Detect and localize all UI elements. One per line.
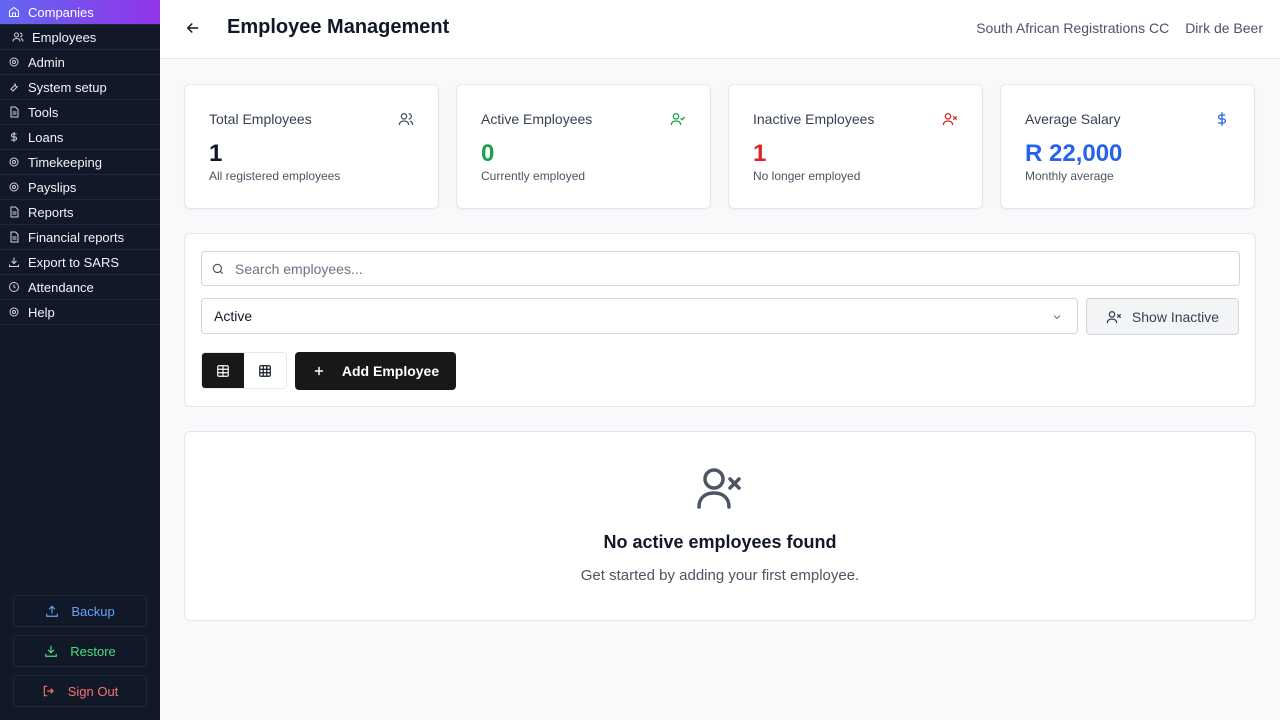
table-icon: [217, 364, 229, 377]
sidebar-item-label: Timekeeping: [28, 154, 102, 170]
sidebar-item-loans[interactable]: Loans: [0, 125, 160, 150]
download-icon: [8, 256, 20, 268]
sidebar-item-label: Help: [28, 304, 55, 320]
sidebar-item-label: Employees: [32, 29, 97, 45]
add-employee-button[interactable]: Add Employee: [295, 352, 456, 390]
status-select[interactable]: Active: [201, 298, 1078, 334]
sidebar-item-label: Financial reports: [28, 229, 125, 245]
gear-icon: [8, 181, 20, 193]
backup-label: Backup: [71, 603, 115, 619]
sidebar-item-system-setup[interactable]: System setup: [0, 75, 160, 100]
restore-button[interactable]: Restore: [13, 635, 147, 667]
back-arrow-icon[interactable]: [184, 19, 202, 37]
user-x-icon: [1106, 310, 1122, 323]
sidebar-item-label: System setup: [28, 79, 107, 95]
sidebar-item-label: Admin: [28, 54, 65, 70]
wrench-icon: [8, 81, 20, 93]
sidebar-item-label: Loans: [28, 129, 64, 145]
search-icon: [212, 263, 224, 274]
gear-icon: [8, 306, 20, 318]
stat-value: 1: [753, 140, 767, 167]
stat-label: Average Salary: [1025, 111, 1121, 127]
restore-label: Restore: [70, 643, 116, 659]
sidebar-item-financial-reports[interactable]: Financial reports: [0, 225, 160, 250]
stat-label: Inactive Employees: [753, 111, 875, 127]
sidebar-item-timekeeping[interactable]: Timekeeping: [0, 150, 160, 175]
stat-label: Active Employees: [481, 111, 593, 127]
gear-icon: [8, 56, 20, 68]
page-header: Employee Management South African Regist…: [160, 0, 1280, 59]
sidebar-item-label: Tools: [28, 104, 59, 120]
download-icon: [45, 645, 58, 657]
sign-out-label: Sign Out: [67, 683, 119, 699]
stat-card-inactive-employees: Inactive Employees 1 No longer employed: [728, 84, 983, 209]
sidebar-item-label: Companies: [28, 4, 94, 20]
status-selected-value: Active: [214, 308, 253, 324]
search-input[interactable]: Search employees...: [201, 251, 1240, 286]
sidebar-item-reports[interactable]: Reports: [0, 200, 160, 225]
user-name[interactable]: Dirk de Beer: [1185, 20, 1263, 36]
grid-icon: [259, 364, 271, 377]
empty-state-description: Get started by adding your first employe…: [580, 567, 860, 584]
stat-card-active-employees: Active Employees 0 Currently employed: [456, 84, 711, 209]
sidebar-item-companies[interactable]: Companies: [0, 0, 160, 25]
sidebar-nav: Companies Employees Admin System setup T…: [0, 0, 160, 325]
file-icon: [8, 106, 20, 118]
stat-value: R 22,000: [1025, 140, 1123, 167]
page-title: Employee Management: [227, 16, 450, 38]
header-right: South African Registrations CC Dirk de B…: [976, 20, 1263, 36]
sidebar-item-attendance[interactable]: Attendance: [0, 275, 160, 300]
sign-out-icon: [43, 685, 54, 697]
home-icon: [8, 6, 20, 18]
dollar-icon: [1214, 111, 1230, 127]
company-name: South African Registrations CC: [976, 20, 1170, 36]
sidebar-item-payslips[interactable]: Payslips: [0, 175, 160, 200]
sidebar-item-label: Export to SARS: [28, 254, 120, 270]
stat-card-average-salary: Average Salary R 22,000 Monthly average: [1000, 84, 1255, 209]
show-inactive-button[interactable]: Show Inactive: [1086, 298, 1239, 335]
sidebar-item-export-to-sars[interactable]: Export to SARS: [0, 250, 160, 275]
table-view-button[interactable]: [202, 353, 244, 388]
sidebar: Companies Employees Admin System setup T…: [0, 0, 160, 720]
sidebar-item-label: Payslips: [28, 179, 77, 195]
stat-value: 1: [209, 140, 223, 167]
user-check-icon: [670, 111, 686, 127]
users-icon: [12, 31, 24, 43]
grid-view-button[interactable]: [244, 353, 286, 388]
gear-icon: [8, 156, 20, 168]
view-toggle: [201, 352, 287, 389]
stat-value: 0: [481, 140, 495, 167]
stat-subtext: Currently employed: [481, 169, 586, 183]
add-employee-label: Add Employee: [341, 363, 440, 379]
stat-subtext: No longer employed: [753, 169, 861, 183]
sidebar-item-label: Attendance: [28, 279, 94, 295]
sidebar-item-admin[interactable]: Admin: [0, 50, 160, 75]
empty-state: No active employees found Get started by…: [184, 431, 1256, 621]
stat-card-total-employees: Total Employees 1 All registered employe…: [184, 84, 439, 209]
sign-out-button[interactable]: Sign Out: [13, 675, 147, 707]
stat-label: Total Employees: [209, 111, 312, 127]
users-icon: [398, 111, 414, 127]
stat-subtext: All registered employees: [209, 169, 341, 183]
stat-subtext: Monthly average: [1025, 169, 1114, 183]
sidebar-item-label: Reports: [28, 204, 74, 220]
sidebar-item-tools[interactable]: Tools: [0, 100, 160, 125]
upload-icon: [46, 605, 59, 617]
user-x-icon: [942, 111, 958, 127]
search-placeholder: Search employees...: [235, 260, 363, 277]
empty-state-title: No active employees found: [603, 532, 837, 552]
user-x-icon: [696, 467, 744, 511]
file-icon: [8, 206, 20, 218]
show-inactive-label: Show Inactive: [1131, 308, 1220, 325]
filter-panel: Search employees... Active Show Inactive…: [184, 233, 1256, 407]
clock-icon: [8, 281, 20, 293]
dollar-icon: [8, 131, 20, 143]
plus-icon: [314, 366, 323, 376]
sidebar-item-employees[interactable]: Employees: [0, 25, 160, 50]
file-icon: [8, 231, 20, 243]
sidebar-item-help[interactable]: Help: [0, 300, 160, 325]
backup-button[interactable]: Backup: [13, 595, 147, 627]
chevron-down-icon: [1051, 310, 1063, 322]
